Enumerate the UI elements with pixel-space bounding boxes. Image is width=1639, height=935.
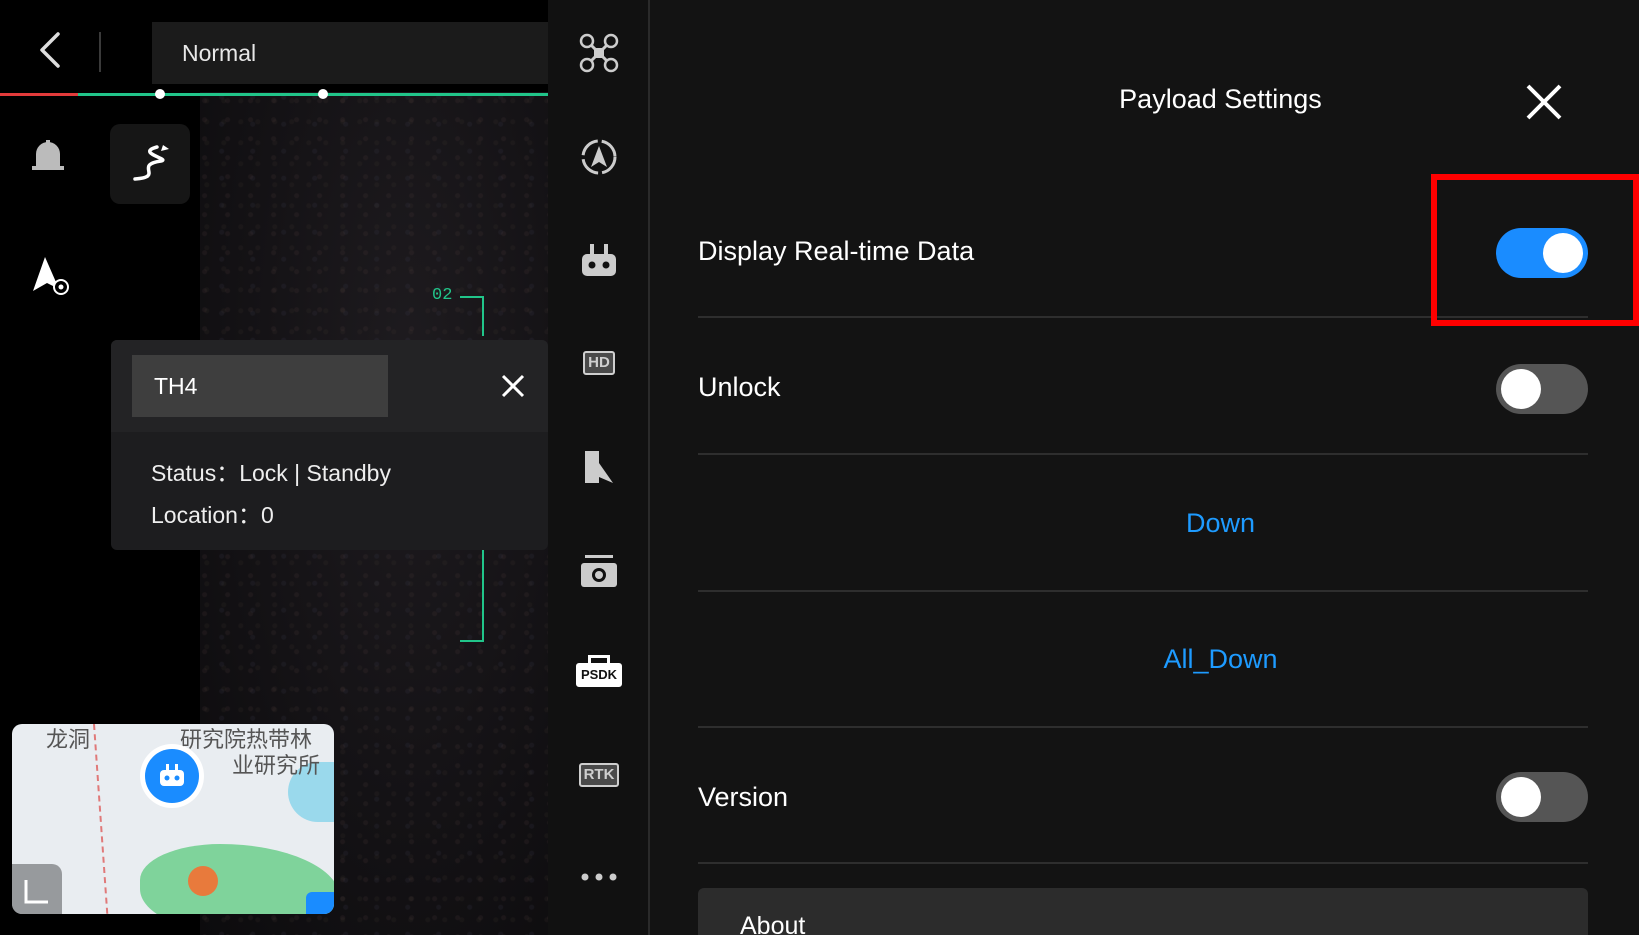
toolbar-rtk[interactable]: RTK [548, 740, 650, 810]
divider [698, 590, 1588, 592]
more-icon [581, 873, 617, 881]
all-down-button[interactable]: All_Down [650, 644, 1639, 675]
toolbar-hd[interactable]: HD [548, 328, 650, 398]
popup-close-button[interactable] [495, 368, 531, 404]
divider [698, 726, 1588, 728]
toolbar-map-layers[interactable] [548, 432, 650, 502]
panel-close-button[interactable] [1520, 78, 1568, 126]
toolbar-camera[interactable] [548, 536, 650, 606]
toolbar-remote-controller[interactable] [548, 226, 650, 296]
about-label: About [740, 912, 806, 935]
mini-map[interactable]: 龙洞 研究院热带林 业研究所 [12, 724, 334, 914]
display-realtime-data-label: Display Real-time Data [698, 236, 975, 266]
remote-controller-icon [160, 764, 184, 786]
camera-icon [581, 555, 617, 587]
device-status: Status：Lock | Standby [151, 460, 391, 486]
down-button[interactable]: Down [650, 508, 1639, 539]
drone-icon [579, 33, 619, 73]
overlay-bracket [460, 296, 484, 336]
map-expand-button[interactable] [12, 864, 62, 914]
payload-settings-panel: Payload Settings Display Real-time Data … [650, 0, 1639, 935]
device-name: TH4 [132, 355, 388, 417]
controller-location-pin [140, 744, 204, 808]
route-button[interactable] [110, 124, 190, 204]
unlock-label: Unlock [698, 372, 781, 402]
toolbar-aircraft[interactable] [548, 18, 650, 88]
divider [698, 453, 1588, 455]
psdk-icon: PSDK [575, 655, 623, 687]
flight-mode-label[interactable]: Normal [152, 22, 548, 84]
version-label: Version [698, 782, 789, 812]
side-toolbar: HD PSDK RTK [548, 0, 650, 935]
remote-controller-icon [582, 244, 616, 276]
close-icon [1526, 84, 1562, 120]
panel-title: Payload Settings [1119, 84, 1322, 114]
highlight-annotation [1431, 174, 1639, 326]
close-icon [501, 374, 525, 398]
device-location: Location：0 [151, 502, 274, 528]
rtk-icon: RTK [578, 763, 620, 787]
alarm-bell-icon[interactable] [22, 130, 74, 182]
divider [698, 862, 1588, 864]
map-label: 业研究所 [232, 753, 321, 778]
flight-mode-icon [581, 139, 617, 175]
hd-icon: HD [583, 351, 615, 375]
map-label: 龙洞 [46, 727, 91, 752]
chevron-left-icon [40, 32, 60, 68]
toolbar-flight-mode[interactable] [548, 122, 650, 192]
device-info-popup: TH4 Status：Lock | Standby Location：0 [111, 340, 548, 550]
overlay-marker-label: 02 [432, 286, 453, 305]
toolbar-psdk[interactable]: PSDK [548, 636, 650, 706]
map-layers-icon [585, 451, 613, 483]
about-row[interactable]: About [698, 888, 1588, 935]
map-poi-marker [188, 866, 218, 896]
expand-corner-icon [24, 880, 48, 904]
toolbar-more[interactable] [548, 842, 650, 912]
navigation-eye-icon[interactable] [22, 250, 74, 302]
divider [99, 32, 101, 72]
version-toggle[interactable] [1496, 772, 1588, 822]
route-icon [133, 145, 169, 181]
unlock-toggle[interactable] [1496, 364, 1588, 414]
back-button[interactable] [28, 26, 72, 74]
route-progress-bar [0, 89, 548, 99]
top-bar: Normal [0, 0, 548, 92]
overlay-bracket [460, 550, 484, 642]
